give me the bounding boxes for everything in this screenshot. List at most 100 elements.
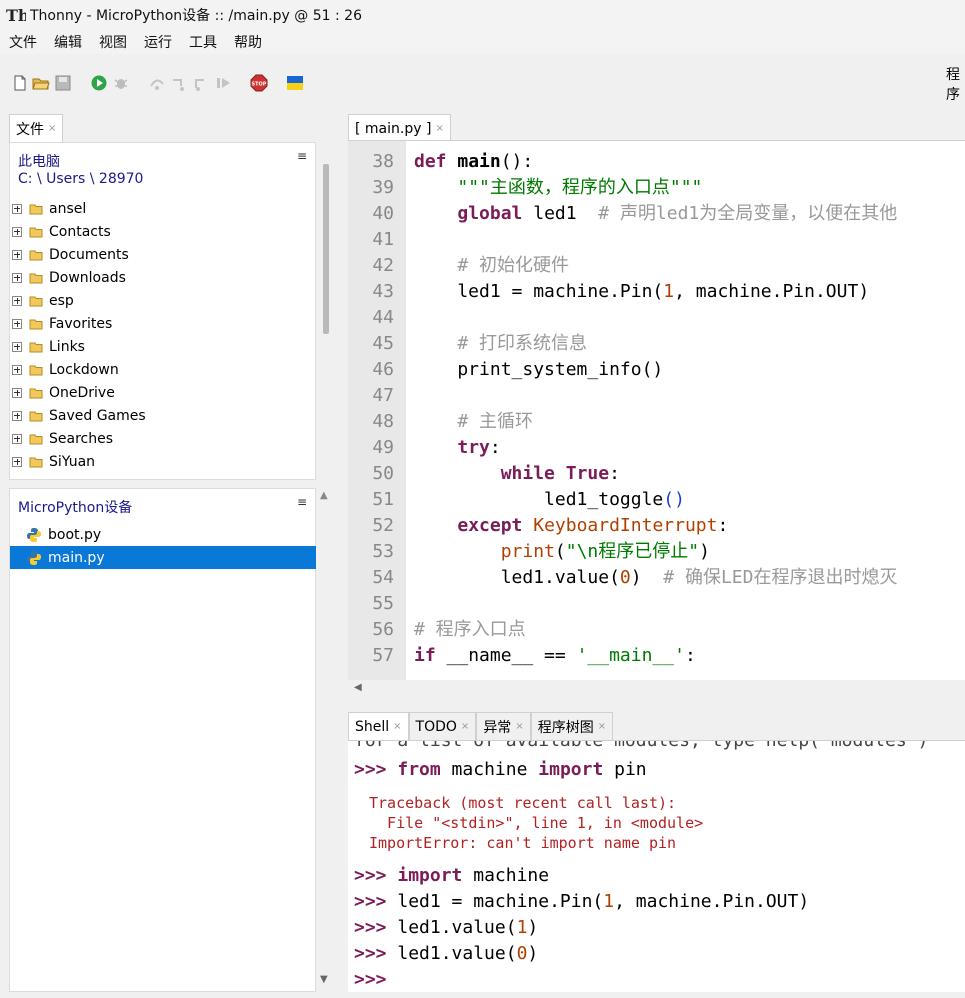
line-number: 52 [372, 515, 394, 536]
folder-item[interactable]: Links [10, 335, 310, 358]
tab-main-py[interactable]: [ main.py ] × [348, 114, 451, 142]
shell-line: >>> led1.value(1) [354, 915, 538, 941]
tab-shell[interactable]: Shell × [348, 712, 409, 740]
code-line[interactable]: global led1 # 声明led1为全局变量，以便在其他 [414, 201, 897, 227]
expand-icon[interactable] [12, 433, 22, 444]
menu-help[interactable]: 帮助 [225, 32, 270, 52]
open-file-icon[interactable] [32, 74, 50, 92]
code-line[interactable]: led1_toggle() [414, 487, 685, 513]
menu-tools[interactable]: 工具 [180, 32, 225, 52]
folder-icon [29, 273, 43, 283]
device-file-browser: MicroPython设备 ≡ boot.py main.py [9, 488, 316, 992]
step-over-icon[interactable] [148, 74, 166, 92]
line-number: 43 [372, 281, 394, 302]
code-line[interactable]: try: [414, 435, 500, 461]
code-line[interactable]: led1.value(0) # 确保LED在程序退出时熄灭 [414, 565, 898, 591]
expand-icon[interactable] [12, 226, 22, 237]
code-editor[interactable]: 38 39 40 41 42 43 44 45 46 47 48 49 50 51 52 53 54 55 56 57… [348, 140, 965, 681]
step-out-icon[interactable] [192, 74, 210, 92]
code-line[interactable]: except KeyboardInterrupt: [414, 513, 728, 539]
folder-item[interactable]: OneDrive [10, 381, 310, 404]
code-line[interactable]: print("\n程序已停止") [414, 539, 710, 565]
scrollbar-thumb[interactable] [323, 164, 329, 334]
code-line[interactable]: # 初始化硬件 [414, 253, 569, 279]
folder-item[interactable]: Saved Games [10, 404, 310, 427]
scroll-left-icon[interactable]: ◀ [354, 682, 362, 693]
code-line[interactable]: # 主循环 [414, 409, 533, 435]
bottom-tab-strip: Shell × TODO × 异常 × 程序树图 × [348, 712, 614, 740]
menu-file[interactable]: 文件 [0, 32, 45, 52]
folder-item[interactable]: Documents [10, 243, 310, 266]
tab-todo[interactable]: TODO × [408, 712, 477, 740]
debug-icon[interactable] [112, 74, 130, 92]
code-line[interactable]: def main(): [414, 149, 533, 175]
folder-item[interactable]: Downloads [10, 266, 310, 289]
files-menu-icon[interactable]: ≡ [297, 149, 307, 163]
code-line[interactable]: print_system_info() [414, 357, 663, 383]
code-line[interactable]: # 程序入口点 [414, 617, 526, 643]
expand-icon[interactable] [12, 456, 22, 467]
save-icon[interactable] [54, 74, 72, 92]
expand-icon[interactable] [12, 295, 22, 306]
menu-run[interactable]: 运行 [135, 32, 180, 52]
run-icon[interactable] [90, 74, 108, 92]
code-line[interactable]: if __name__ == '__main__': [414, 643, 696, 669]
folder-item[interactable]: esp [10, 289, 310, 312]
this-pc-label[interactable]: 此电脑 [18, 151, 60, 171]
close-icon[interactable]: × [393, 721, 401, 732]
folder-item[interactable]: Searches [10, 427, 310, 450]
current-path[interactable]: C: \ Users \ 28970 [18, 171, 143, 187]
device-file-item[interactable]: main.py [10, 546, 316, 569]
device-menu-icon[interactable]: ≡ [297, 495, 307, 509]
close-icon[interactable]: × [461, 721, 469, 732]
line-number: 56 [372, 619, 394, 640]
expand-icon[interactable] [12, 272, 22, 283]
shell-console[interactable]: for a list of available modules, type he… [348, 740, 965, 992]
shell-prompt: >>> [354, 943, 387, 964]
expand-icon[interactable] [12, 410, 22, 421]
expand-icon[interactable] [12, 249, 22, 260]
expand-icon[interactable] [12, 341, 22, 352]
new-file-icon[interactable] [11, 74, 29, 92]
tab-main-py-label: [ main.py ] [355, 120, 432, 137]
tab-files[interactable]: 文件 × [9, 114, 64, 142]
code-line[interactable]: """主函数，程序的入口点""" [414, 175, 702, 201]
scroll-down-icon[interactable]: ▼ [320, 974, 328, 985]
code-line[interactable]: led1 = machine.Pin(1, machine.Pin.OUT) [414, 279, 869, 305]
expand-icon[interactable] [12, 203, 22, 214]
menu-view[interactable]: 视图 [90, 32, 135, 52]
menu-edit[interactable]: 编辑 [45, 32, 90, 52]
left-scrollbar[interactable]: ▲ ▼ [318, 142, 332, 992]
expand-icon[interactable] [12, 387, 22, 398]
folder-item[interactable]: Lockdown [10, 358, 310, 381]
expand-icon[interactable] [12, 364, 22, 375]
tab-program-tree[interactable]: 程序树图 × [530, 712, 614, 740]
traceback-line: ImportError: can't import name pin [369, 834, 677, 852]
tab-exceptions[interactable]: 异常 × [476, 712, 531, 740]
device-file-item[interactable]: boot.py [10, 523, 316, 546]
folder-name: esp [49, 292, 74, 309]
expand-icon[interactable] [12, 318, 22, 329]
stop-icon[interactable]: STOP [250, 74, 268, 92]
close-icon[interactable]: × [515, 721, 523, 732]
resume-icon[interactable] [214, 74, 232, 92]
folder-icon [29, 296, 43, 306]
folder-name: Searches [49, 430, 114, 447]
close-icon[interactable]: × [435, 123, 443, 134]
folder-item[interactable]: ansel [10, 197, 310, 220]
step-into-icon[interactable] [170, 74, 188, 92]
editor-horizontal-scrollbar[interactable]: ◀ [348, 680, 965, 698]
code-line[interactable]: # 打印系统信息 [414, 331, 587, 357]
folder-icon [29, 365, 43, 375]
folder-item[interactable]: Favorites [10, 312, 310, 335]
close-icon[interactable]: × [48, 123, 56, 134]
shell-input-line[interactable]: >>> [354, 967, 387, 992]
scroll-up-icon[interactable]: ▲ [320, 490, 328, 501]
close-icon[interactable]: × [598, 721, 606, 732]
folder-item[interactable]: Contacts [10, 220, 310, 243]
folder-icon [29, 319, 43, 329]
ukraine-flag-icon[interactable] [286, 74, 304, 92]
folder-item[interactable]: SiYuan [10, 450, 310, 473]
folder-icon [29, 204, 43, 214]
code-line[interactable]: while True: [414, 461, 620, 487]
